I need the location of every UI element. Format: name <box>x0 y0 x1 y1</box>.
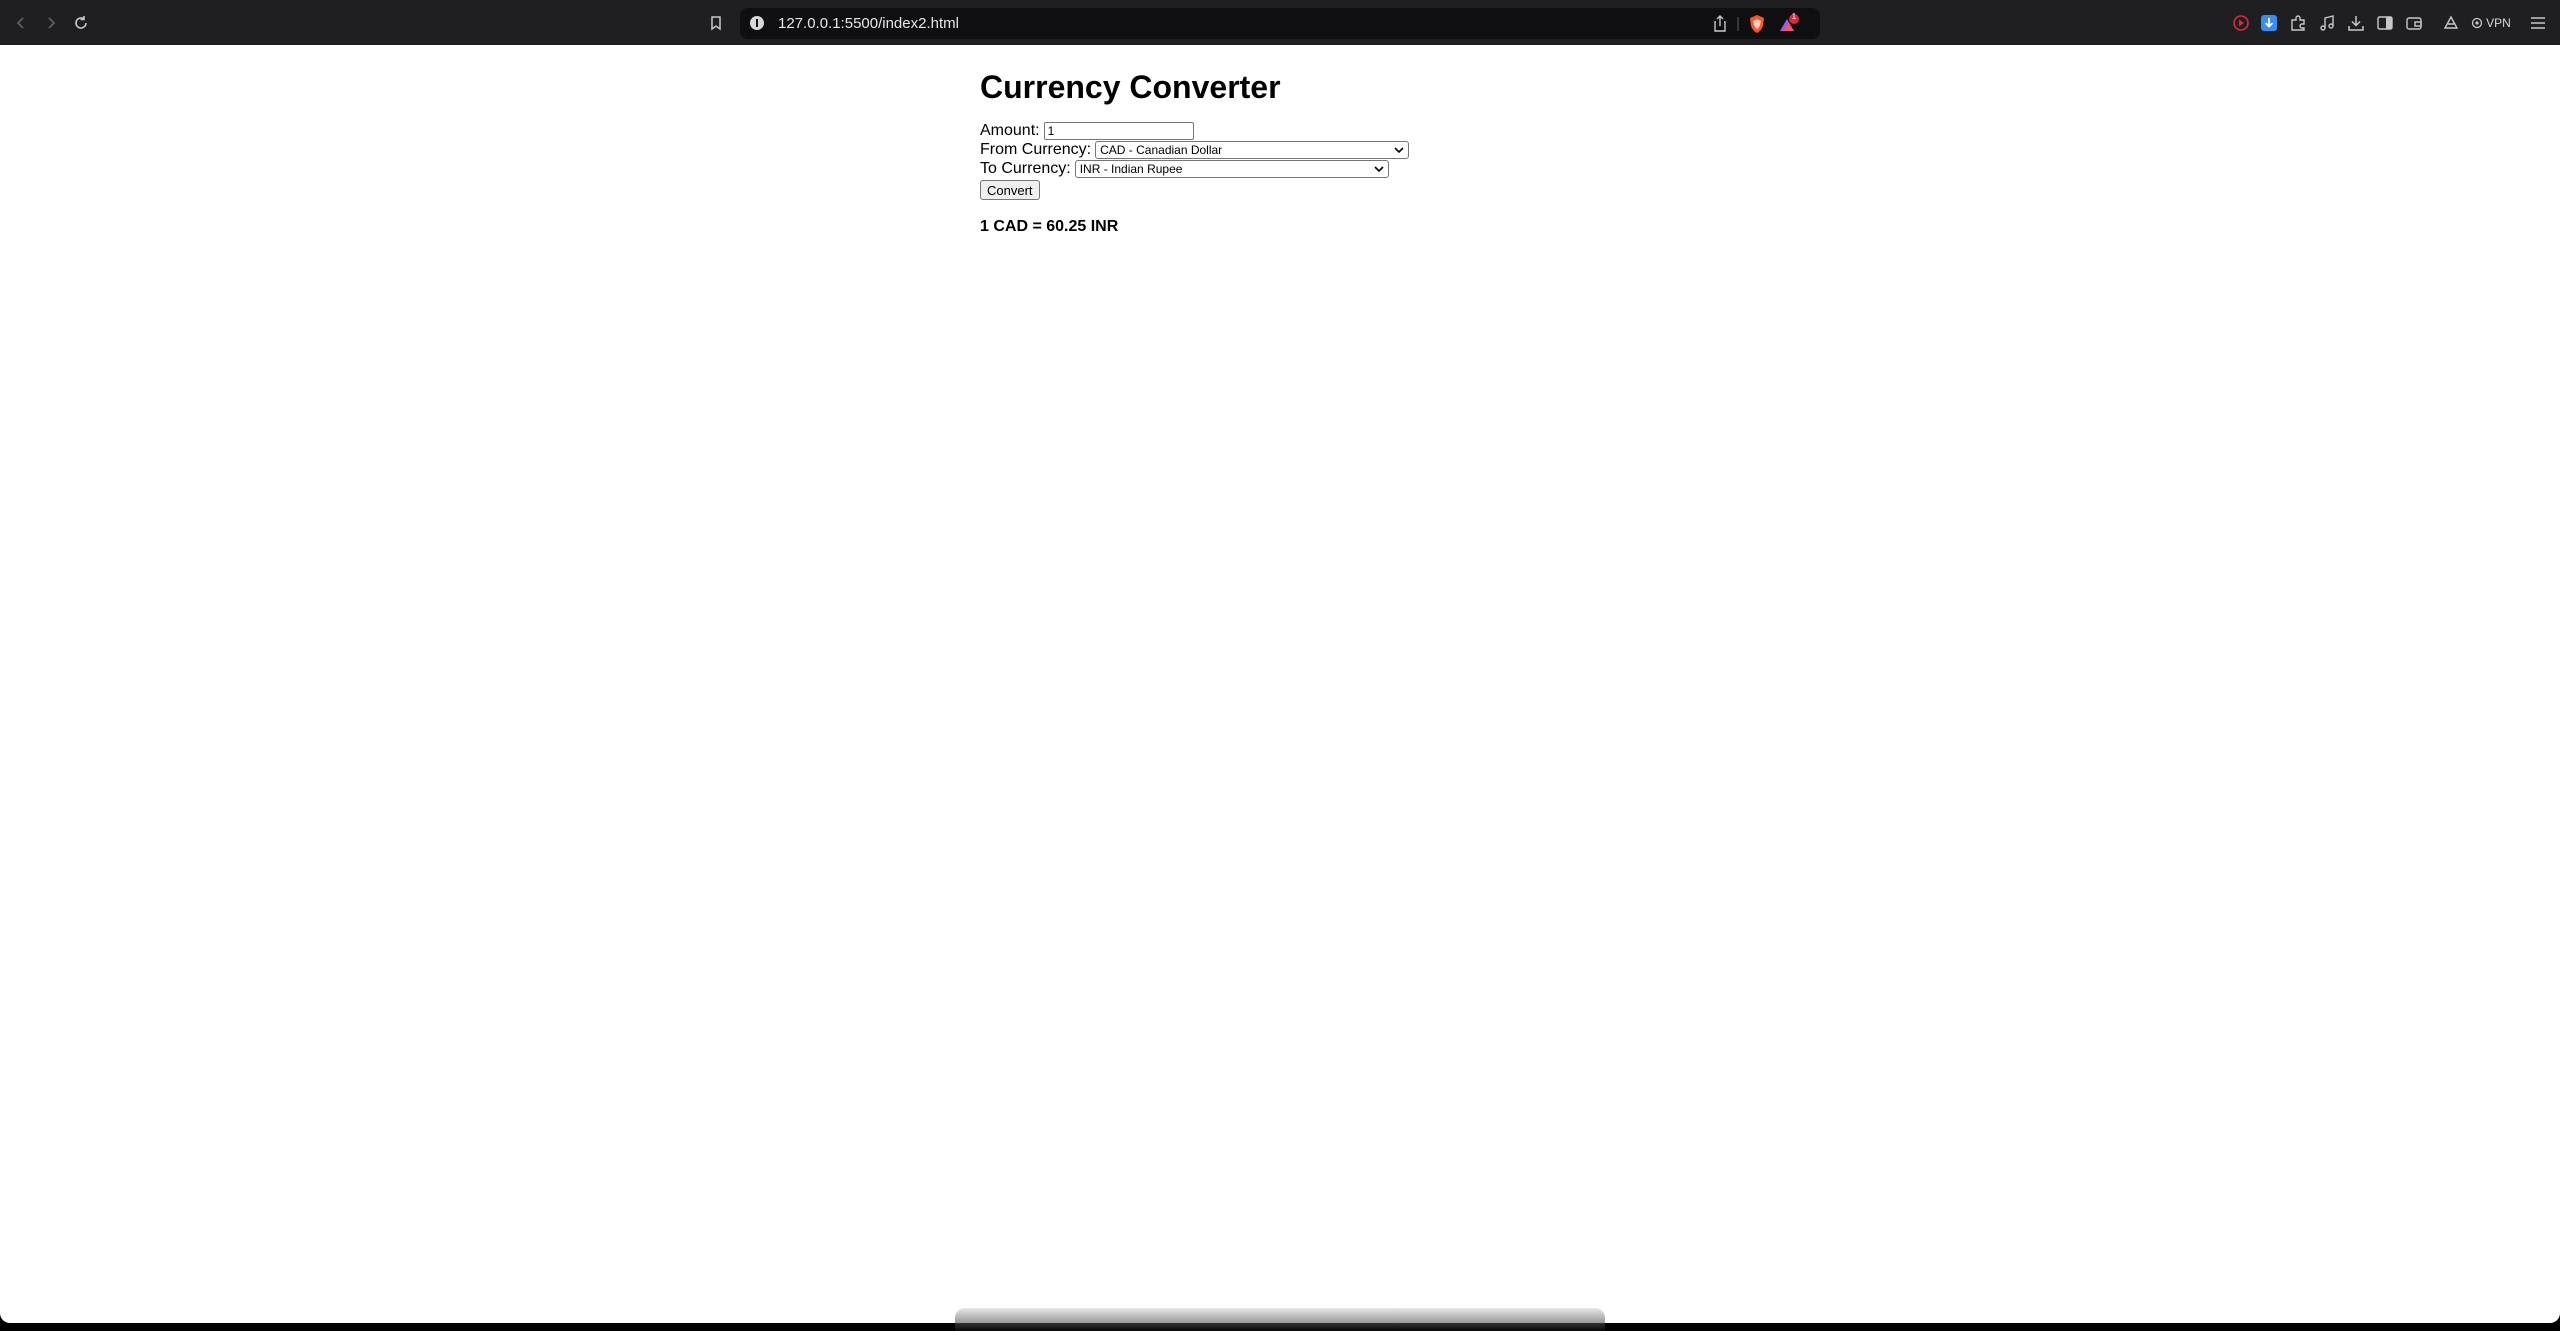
bookmark-button[interactable] <box>703 10 729 36</box>
share-icon[interactable] <box>1712 13 1728 35</box>
to-currency-label: To Currency: <box>980 159 1071 177</box>
converter-form: Amount: 1 From Currency: CAD - Canadian … <box>980 121 1410 200</box>
to-currency-row: To Currency: INR - Indian Rupee <box>980 159 1409 178</box>
music-icon[interactable] <box>2314 10 2340 36</box>
to-currency-value: INR - Indian Rupee <box>1079 161 1183 176</box>
vpn-label: VPN <box>2486 16 2511 30</box>
brave-rewards-icon[interactable]: 1 <box>1778 12 1800 35</box>
converter-container: Currency Converter Amount: 1 From Curren… <box>980 65 1410 236</box>
downloads-icon[interactable] <box>2343 10 2369 36</box>
conversion-result: 1 CAD = 60.25 INR <box>980 218 1119 235</box>
sidebar-toggle-icon[interactable] <box>2372 10 2398 36</box>
chevron-left-icon <box>16 17 24 29</box>
amount-row: Amount: 1 <box>980 121 1409 140</box>
vpn-button[interactable]: VPN <box>2470 10 2512 36</box>
from-currency-row: From Currency: CAD - Canadian Dollar <box>980 140 1410 159</box>
chevron-right-icon <box>48 17 56 29</box>
leo-ai-icon[interactable] <box>2438 10 2464 36</box>
hamburger-menu-icon <box>2531 17 2545 29</box>
reload-icon <box>75 16 87 29</box>
browser-toolbar: 127.0.0.1:5500/index2.html 1 VPN <box>0 0 2560 46</box>
record-extension-icon[interactable] <box>2228 10 2254 36</box>
url-text: 127.0.0.1:5500/index2.html <box>778 15 959 32</box>
convert-button[interactable]: Convert <box>980 180 1040 200</box>
url-separator <box>1736 13 1740 35</box>
rewards-badge: 1 <box>1791 12 1797 21</box>
from-currency-label: From Currency: <box>980 140 1092 158</box>
bookmark-icon <box>711 16 721 31</box>
forward-button[interactable] <box>38 10 64 36</box>
chevron-down-icon <box>1394 146 1404 153</box>
from-currency-value: CAD - Canadian Dollar <box>1100 142 1223 157</box>
download-manager-icon[interactable] <box>2256 10 2282 36</box>
site-info-icon[interactable] <box>750 16 764 30</box>
to-currency-select[interactable]: INR - Indian Rupee <box>1074 159 1389 178</box>
vpn-icon <box>2472 17 2483 29</box>
menu-button[interactable] <box>2525 10 2551 36</box>
wallet-icon[interactable] <box>2401 10 2427 36</box>
amount-label: Amount: <box>980 121 1040 139</box>
brave-shields-icon[interactable] <box>1748 13 1766 35</box>
extensions-icon[interactable] <box>2285 10 2311 36</box>
address-bar[interactable]: 127.0.0.1:5500/index2.html 1 <box>740 8 1820 39</box>
reload-button[interactable] <box>68 10 94 36</box>
amount-input[interactable]: 1 <box>1043 121 1194 140</box>
chevron-down-icon <box>1374 165 1384 172</box>
page-title: Currency Converter <box>980 69 1281 105</box>
back-button[interactable] <box>8 10 34 36</box>
page-viewport: Currency Converter Amount: 1 From Curren… <box>0 45 2560 1323</box>
window-bottom-shadow <box>955 1308 1605 1331</box>
from-currency-select[interactable]: CAD - Canadian Dollar <box>1095 140 1410 159</box>
